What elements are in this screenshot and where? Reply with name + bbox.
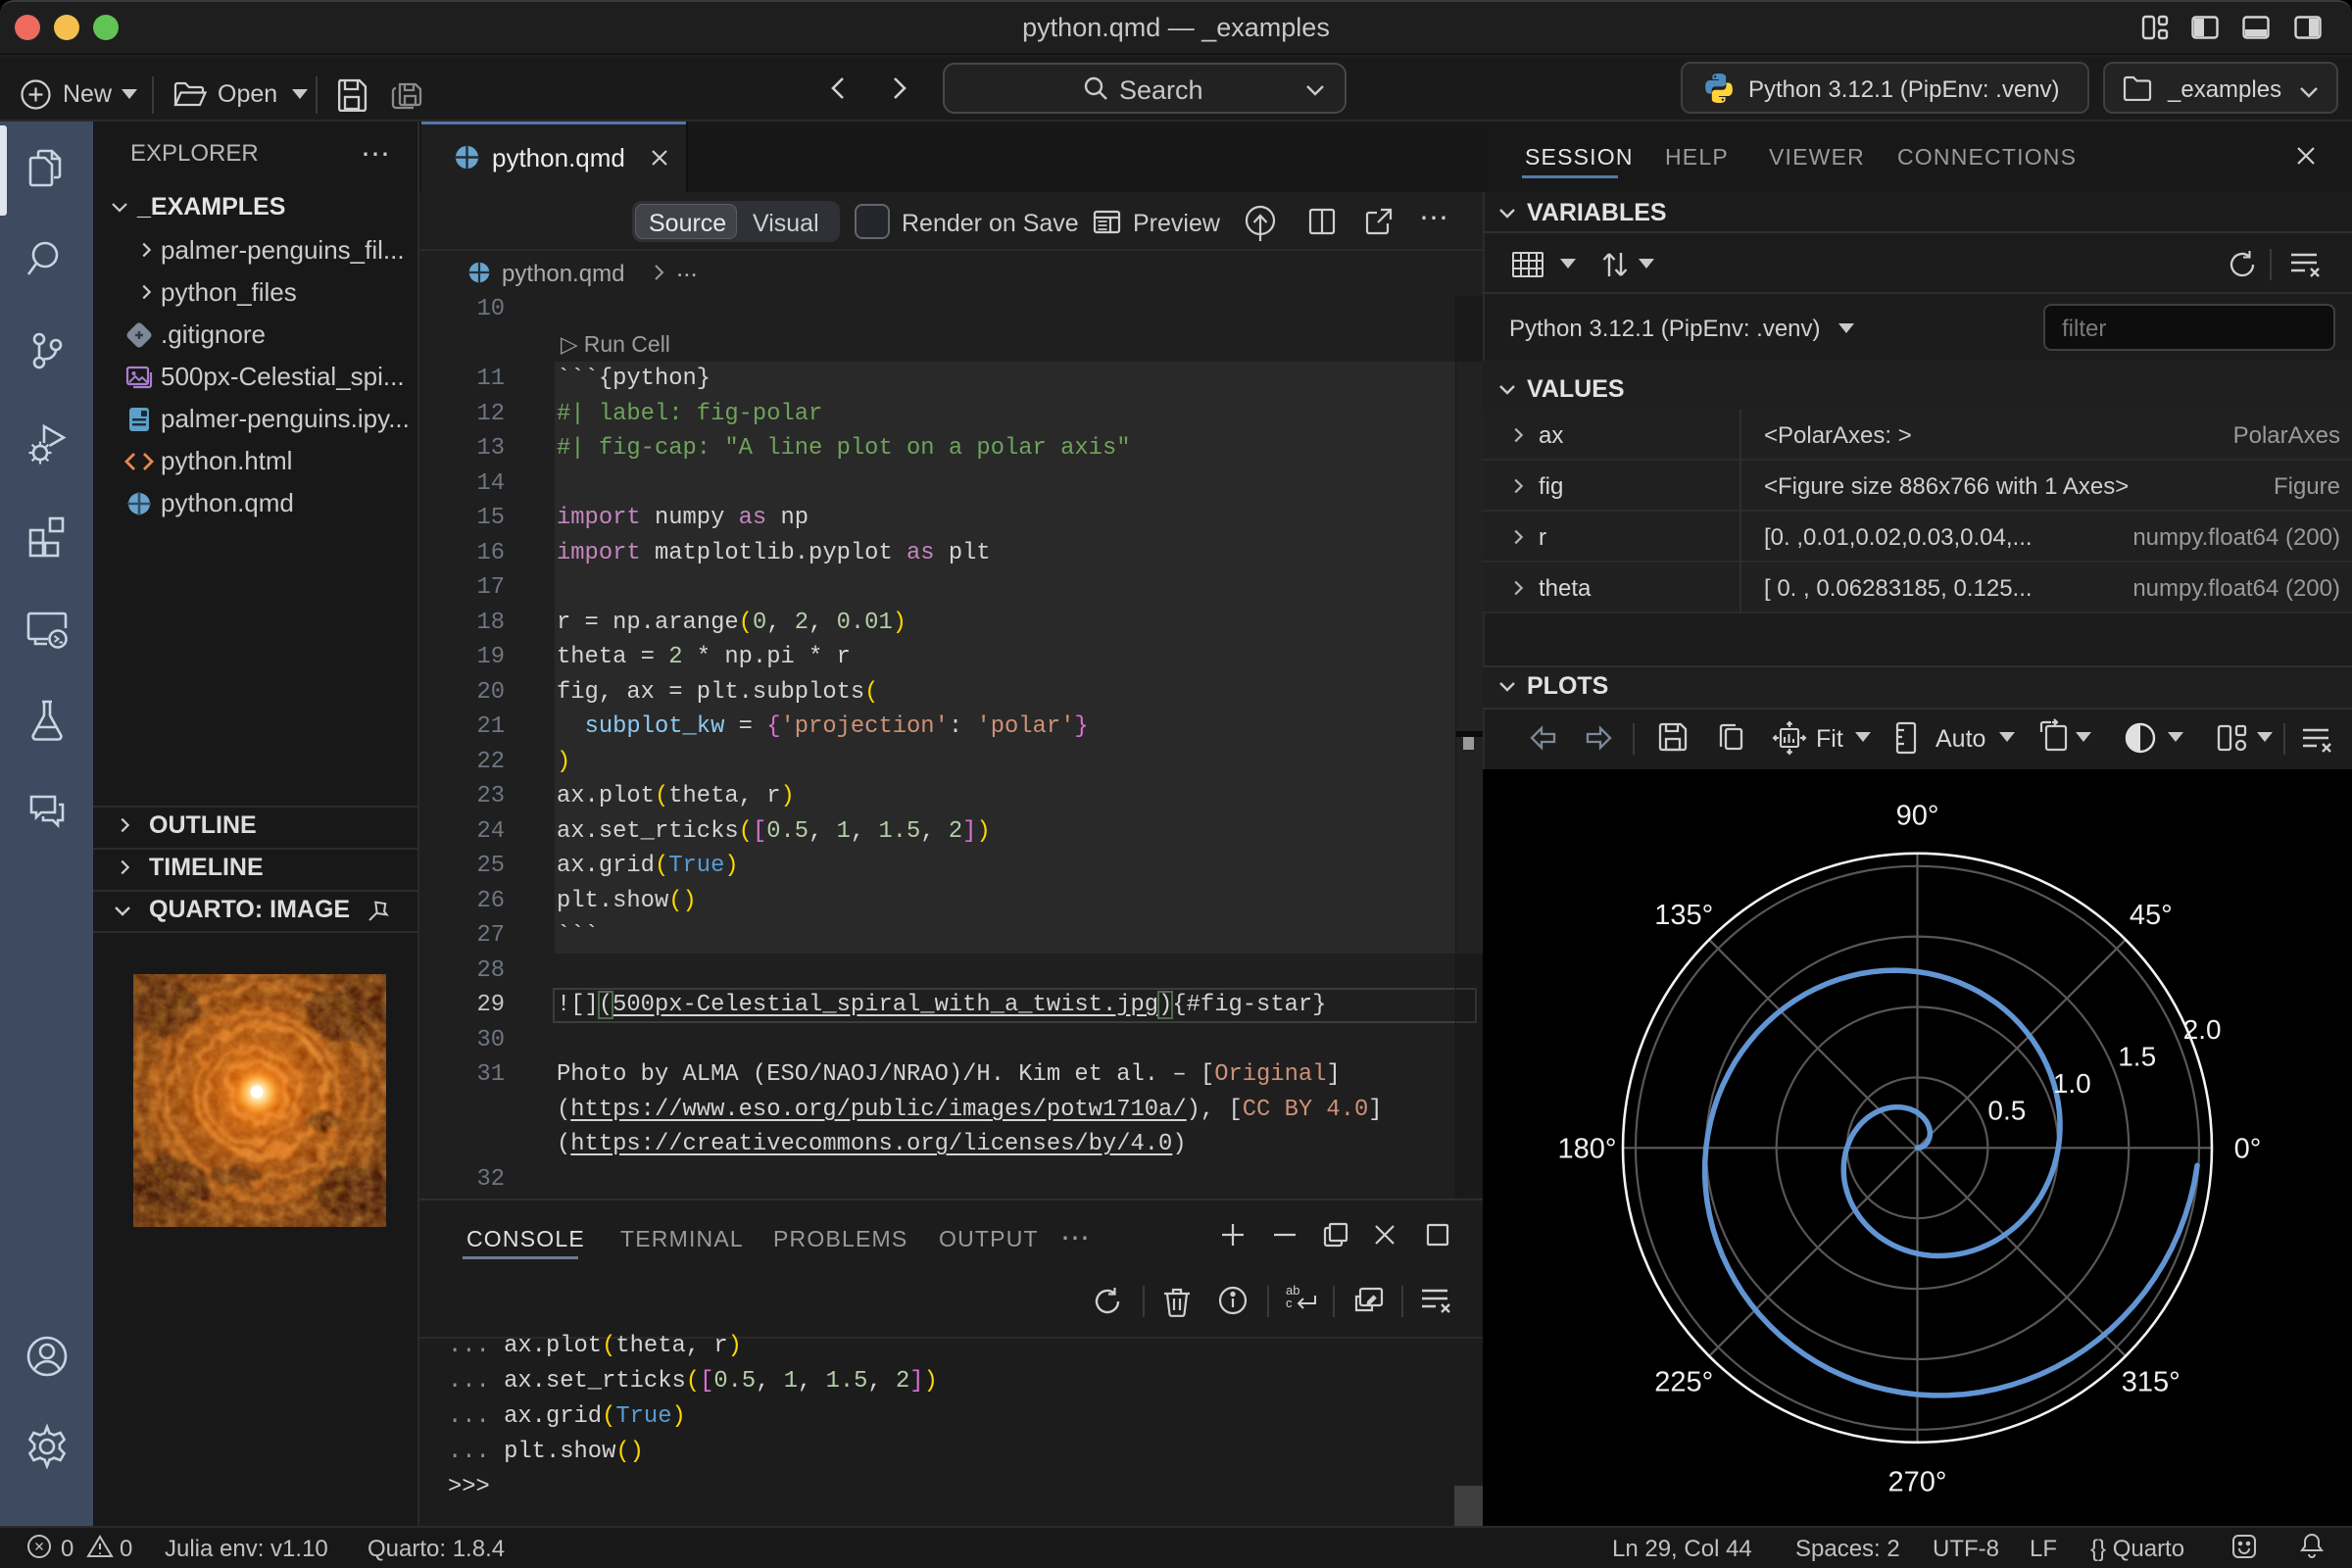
svg-text:1.5: 1.5 [2118,1041,2156,1071]
svg-text:2.0: 2.0 [2183,1014,2222,1045]
svg-text:90°: 90° [1896,800,1939,831]
svg-text:270°: 270° [1888,1466,1947,1497]
svg-text:c: c [1286,1296,1293,1310]
svg-text:0°: 0° [2234,1133,2262,1164]
svg-text:225°: 225° [1654,1367,1713,1398]
svg-text:135°: 135° [1654,900,1713,931]
svg-text:315°: 315° [2122,1367,2180,1398]
svg-text:45°: 45° [2130,900,2173,931]
svg-text:1.0: 1.0 [2053,1068,2091,1099]
svg-text:0.5: 0.5 [1987,1096,2026,1126]
svg-text:180°: 180° [1558,1133,1617,1164]
